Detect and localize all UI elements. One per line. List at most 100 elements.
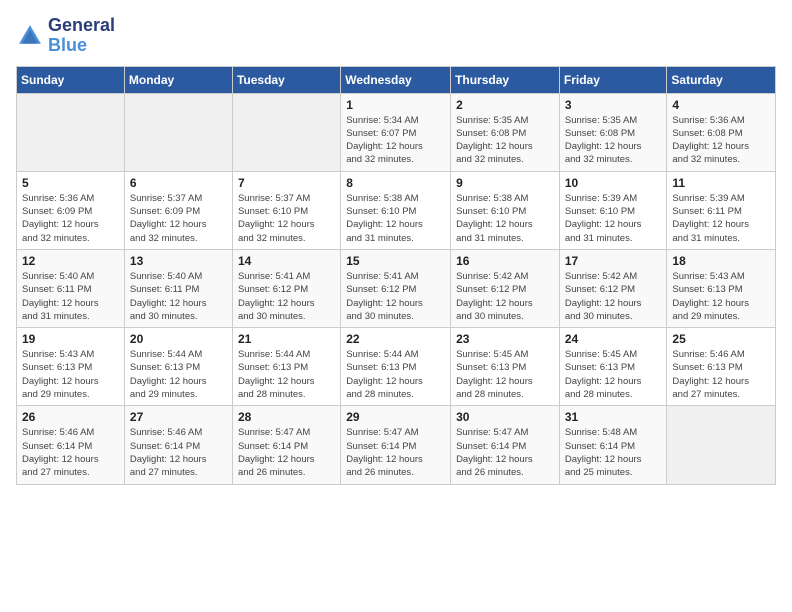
day-info: Sunrise: 5:46 AM Sunset: 6:14 PM Dayligh… — [22, 426, 119, 479]
day-number: 12 — [22, 254, 119, 268]
calendar-cell: 8Sunrise: 5:38 AM Sunset: 6:10 PM Daylig… — [341, 171, 451, 249]
day-number: 28 — [238, 410, 335, 424]
day-info: Sunrise: 5:43 AM Sunset: 6:13 PM Dayligh… — [672, 270, 770, 323]
day-info: Sunrise: 5:39 AM Sunset: 6:10 PM Dayligh… — [565, 192, 662, 245]
calendar-table: SundayMondayTuesdayWednesdayThursdayFrid… — [16, 66, 776, 485]
day-number: 17 — [565, 254, 662, 268]
calendar-cell: 1Sunrise: 5:34 AM Sunset: 6:07 PM Daylig… — [341, 93, 451, 171]
calendar-cell: 29 Sunrise: 5:47 AM Sunset: 6:14 PM Dayli… — [341, 406, 451, 484]
day-number: 7 — [238, 176, 335, 190]
weekday-header-cell: Friday — [559, 66, 667, 93]
day-info: Sunrise: 5:43 AM Sunset: 6:13 PM Dayligh… — [22, 348, 119, 401]
day-info: Sunrise: 5:41 AM Sunset: 6:12 PM Dayligh… — [238, 270, 335, 323]
day-info: Sunrise: 5:44 AM Sunset: 6:13 PM Dayligh… — [238, 348, 335, 401]
weekday-header-cell: Wednesday — [341, 66, 451, 93]
day-info: Sunrise: 5:39 AM Sunset: 6:11 PM Dayligh… — [672, 192, 770, 245]
calendar-cell: 15Sunrise: 5:41 AM Sunset: 6:12 PM Dayli… — [341, 249, 451, 327]
calendar-cell: 17 Sunrise: 5:42 AM Sunset: 6:12 PM Dayli… — [559, 249, 667, 327]
calendar-cell: 28 Sunrise: 5:47 AM Sunset: 6:14 PM Dayli… — [232, 406, 340, 484]
weekday-header-cell: Sunday — [17, 66, 125, 93]
day-number: 5 — [22, 176, 119, 190]
calendar-cell: 31 Sunrise: 5:48 AM Sunset: 6:14 PM Dayli… — [559, 406, 667, 484]
calendar-cell — [667, 406, 776, 484]
day-info: Sunrise: 5:44 AM Sunset: 6:13 PM Dayligh… — [130, 348, 227, 401]
day-number: 31 — [565, 410, 662, 424]
day-info: Sunrise: 5:42 AM Sunset: 6:12 PM Dayligh… — [456, 270, 554, 323]
day-info: Sunrise: 5:36 AM Sunset: 6:09 PM Dayligh… — [22, 192, 119, 245]
day-number: 18 — [672, 254, 770, 268]
calendar-cell: 27 Sunrise: 5:46 AM Sunset: 6:14 PM Dayli… — [124, 406, 232, 484]
day-number: 3 — [565, 98, 662, 112]
day-info: Sunrise: 5:36 AM Sunset: 6:08 PM Dayligh… — [672, 114, 770, 167]
calendar-cell: 11 Sunrise: 5:39 AM Sunset: 6:11 PM Dayli… — [667, 171, 776, 249]
day-number: 2 — [456, 98, 554, 112]
day-number: 9 — [456, 176, 554, 190]
day-info: Sunrise: 5:48 AM Sunset: 6:14 PM Dayligh… — [565, 426, 662, 479]
calendar-cell: 13 Sunrise: 5:40 AM Sunset: 6:11 PM Dayli… — [124, 249, 232, 327]
day-info: Sunrise: 5:46 AM Sunset: 6:14 PM Dayligh… — [130, 426, 227, 479]
calendar-week-row: 26 Sunrise: 5:46 AM Sunset: 6:14 PM Dayli… — [17, 406, 776, 484]
calendar-cell: 2Sunrise: 5:35 AM Sunset: 6:08 PM Daylig… — [451, 93, 560, 171]
day-number: 4 — [672, 98, 770, 112]
day-number: 29 — [346, 410, 445, 424]
logo-text: GeneralBlue — [48, 16, 115, 56]
day-info: Sunrise: 5:47 AM Sunset: 6:14 PM Dayligh… — [346, 426, 445, 479]
day-info: Sunrise: 5:40 AM Sunset: 6:11 PM Dayligh… — [22, 270, 119, 323]
day-info: Sunrise: 5:47 AM Sunset: 6:14 PM Dayligh… — [238, 426, 335, 479]
day-info: Sunrise: 5:37 AM Sunset: 6:10 PM Dayligh… — [238, 192, 335, 245]
calendar-cell: 7 Sunrise: 5:37 AM Sunset: 6:10 PM Daylig… — [232, 171, 340, 249]
day-number: 19 — [22, 332, 119, 346]
day-info: Sunrise: 5:38 AM Sunset: 6:10 PM Dayligh… — [456, 192, 554, 245]
calendar-cell: 3 Sunrise: 5:35 AM Sunset: 6:08 PM Daylig… — [559, 93, 667, 171]
calendar-cell: 6 Sunrise: 5:37 AM Sunset: 6:09 PM Daylig… — [124, 171, 232, 249]
day-info: Sunrise: 5:46 AM Sunset: 6:13 PM Dayligh… — [672, 348, 770, 401]
calendar-week-row: 12 Sunrise: 5:40 AM Sunset: 6:11 PM Dayli… — [17, 249, 776, 327]
day-info: Sunrise: 5:40 AM Sunset: 6:11 PM Dayligh… — [130, 270, 227, 323]
day-info: Sunrise: 5:37 AM Sunset: 6:09 PM Dayligh… — [130, 192, 227, 245]
calendar-cell: 25 Sunrise: 5:46 AM Sunset: 6:13 PM Dayli… — [667, 328, 776, 406]
calendar-cell: 16 Sunrise: 5:42 AM Sunset: 6:12 PM Dayli… — [451, 249, 560, 327]
logo-icon — [16, 22, 44, 50]
calendar-cell: 21 Sunrise: 5:44 AM Sunset: 6:13 PM Dayli… — [232, 328, 340, 406]
day-number: 14 — [238, 254, 335, 268]
day-number: 15 — [346, 254, 445, 268]
calendar-cell: 10Sunrise: 5:39 AM Sunset: 6:10 PM Dayli… — [559, 171, 667, 249]
day-number: 21 — [238, 332, 335, 346]
calendar-cell: 23Sunrise: 5:45 AM Sunset: 6:13 PM Dayli… — [451, 328, 560, 406]
day-info: Sunrise: 5:35 AM Sunset: 6:08 PM Dayligh… — [565, 114, 662, 167]
calendar-week-row: 5 Sunrise: 5:36 AM Sunset: 6:09 PM Daylig… — [17, 171, 776, 249]
day-number: 27 — [130, 410, 227, 424]
day-number: 30 — [456, 410, 554, 424]
day-info: Sunrise: 5:44 AM Sunset: 6:13 PM Dayligh… — [346, 348, 445, 401]
calendar-cell: 20Sunrise: 5:44 AM Sunset: 6:13 PM Dayli… — [124, 328, 232, 406]
weekday-header-cell: Saturday — [667, 66, 776, 93]
day-number: 22 — [346, 332, 445, 346]
calendar-cell — [17, 93, 125, 171]
day-info: Sunrise: 5:45 AM Sunset: 6:13 PM Dayligh… — [565, 348, 662, 401]
calendar-cell — [124, 93, 232, 171]
day-info: Sunrise: 5:42 AM Sunset: 6:12 PM Dayligh… — [565, 270, 662, 323]
day-info: Sunrise: 5:47 AM Sunset: 6:14 PM Dayligh… — [456, 426, 554, 479]
day-number: 25 — [672, 332, 770, 346]
weekday-header-row: SundayMondayTuesdayWednesdayThursdayFrid… — [17, 66, 776, 93]
calendar-week-row: 19 Sunrise: 5:43 AM Sunset: 6:13 PM Dayli… — [17, 328, 776, 406]
calendar-cell: 26 Sunrise: 5:46 AM Sunset: 6:14 PM Dayli… — [17, 406, 125, 484]
calendar-cell: 18 Sunrise: 5:43 AM Sunset: 6:13 PM Dayli… — [667, 249, 776, 327]
weekday-header-cell: Tuesday — [232, 66, 340, 93]
calendar-cell: 24 Sunrise: 5:45 AM Sunset: 6:13 PM Dayli… — [559, 328, 667, 406]
day-number: 6 — [130, 176, 227, 190]
day-number: 13 — [130, 254, 227, 268]
calendar-cell — [232, 93, 340, 171]
calendar-week-row: 1Sunrise: 5:34 AM Sunset: 6:07 PM Daylig… — [17, 93, 776, 171]
calendar-cell: 19 Sunrise: 5:43 AM Sunset: 6:13 PM Dayli… — [17, 328, 125, 406]
day-number: 8 — [346, 176, 445, 190]
day-number: 24 — [565, 332, 662, 346]
day-number: 26 — [22, 410, 119, 424]
page-header: GeneralBlue — [16, 16, 776, 56]
calendar-cell: 30 Sunrise: 5:47 AM Sunset: 6:14 PM Dayli… — [451, 406, 560, 484]
day-number: 16 — [456, 254, 554, 268]
calendar-cell: 14 Sunrise: 5:41 AM Sunset: 6:12 PM Dayli… — [232, 249, 340, 327]
weekday-header-cell: Monday — [124, 66, 232, 93]
day-info: Sunrise: 5:45 AM Sunset: 6:13 PM Dayligh… — [456, 348, 554, 401]
day-number: 11 — [672, 176, 770, 190]
